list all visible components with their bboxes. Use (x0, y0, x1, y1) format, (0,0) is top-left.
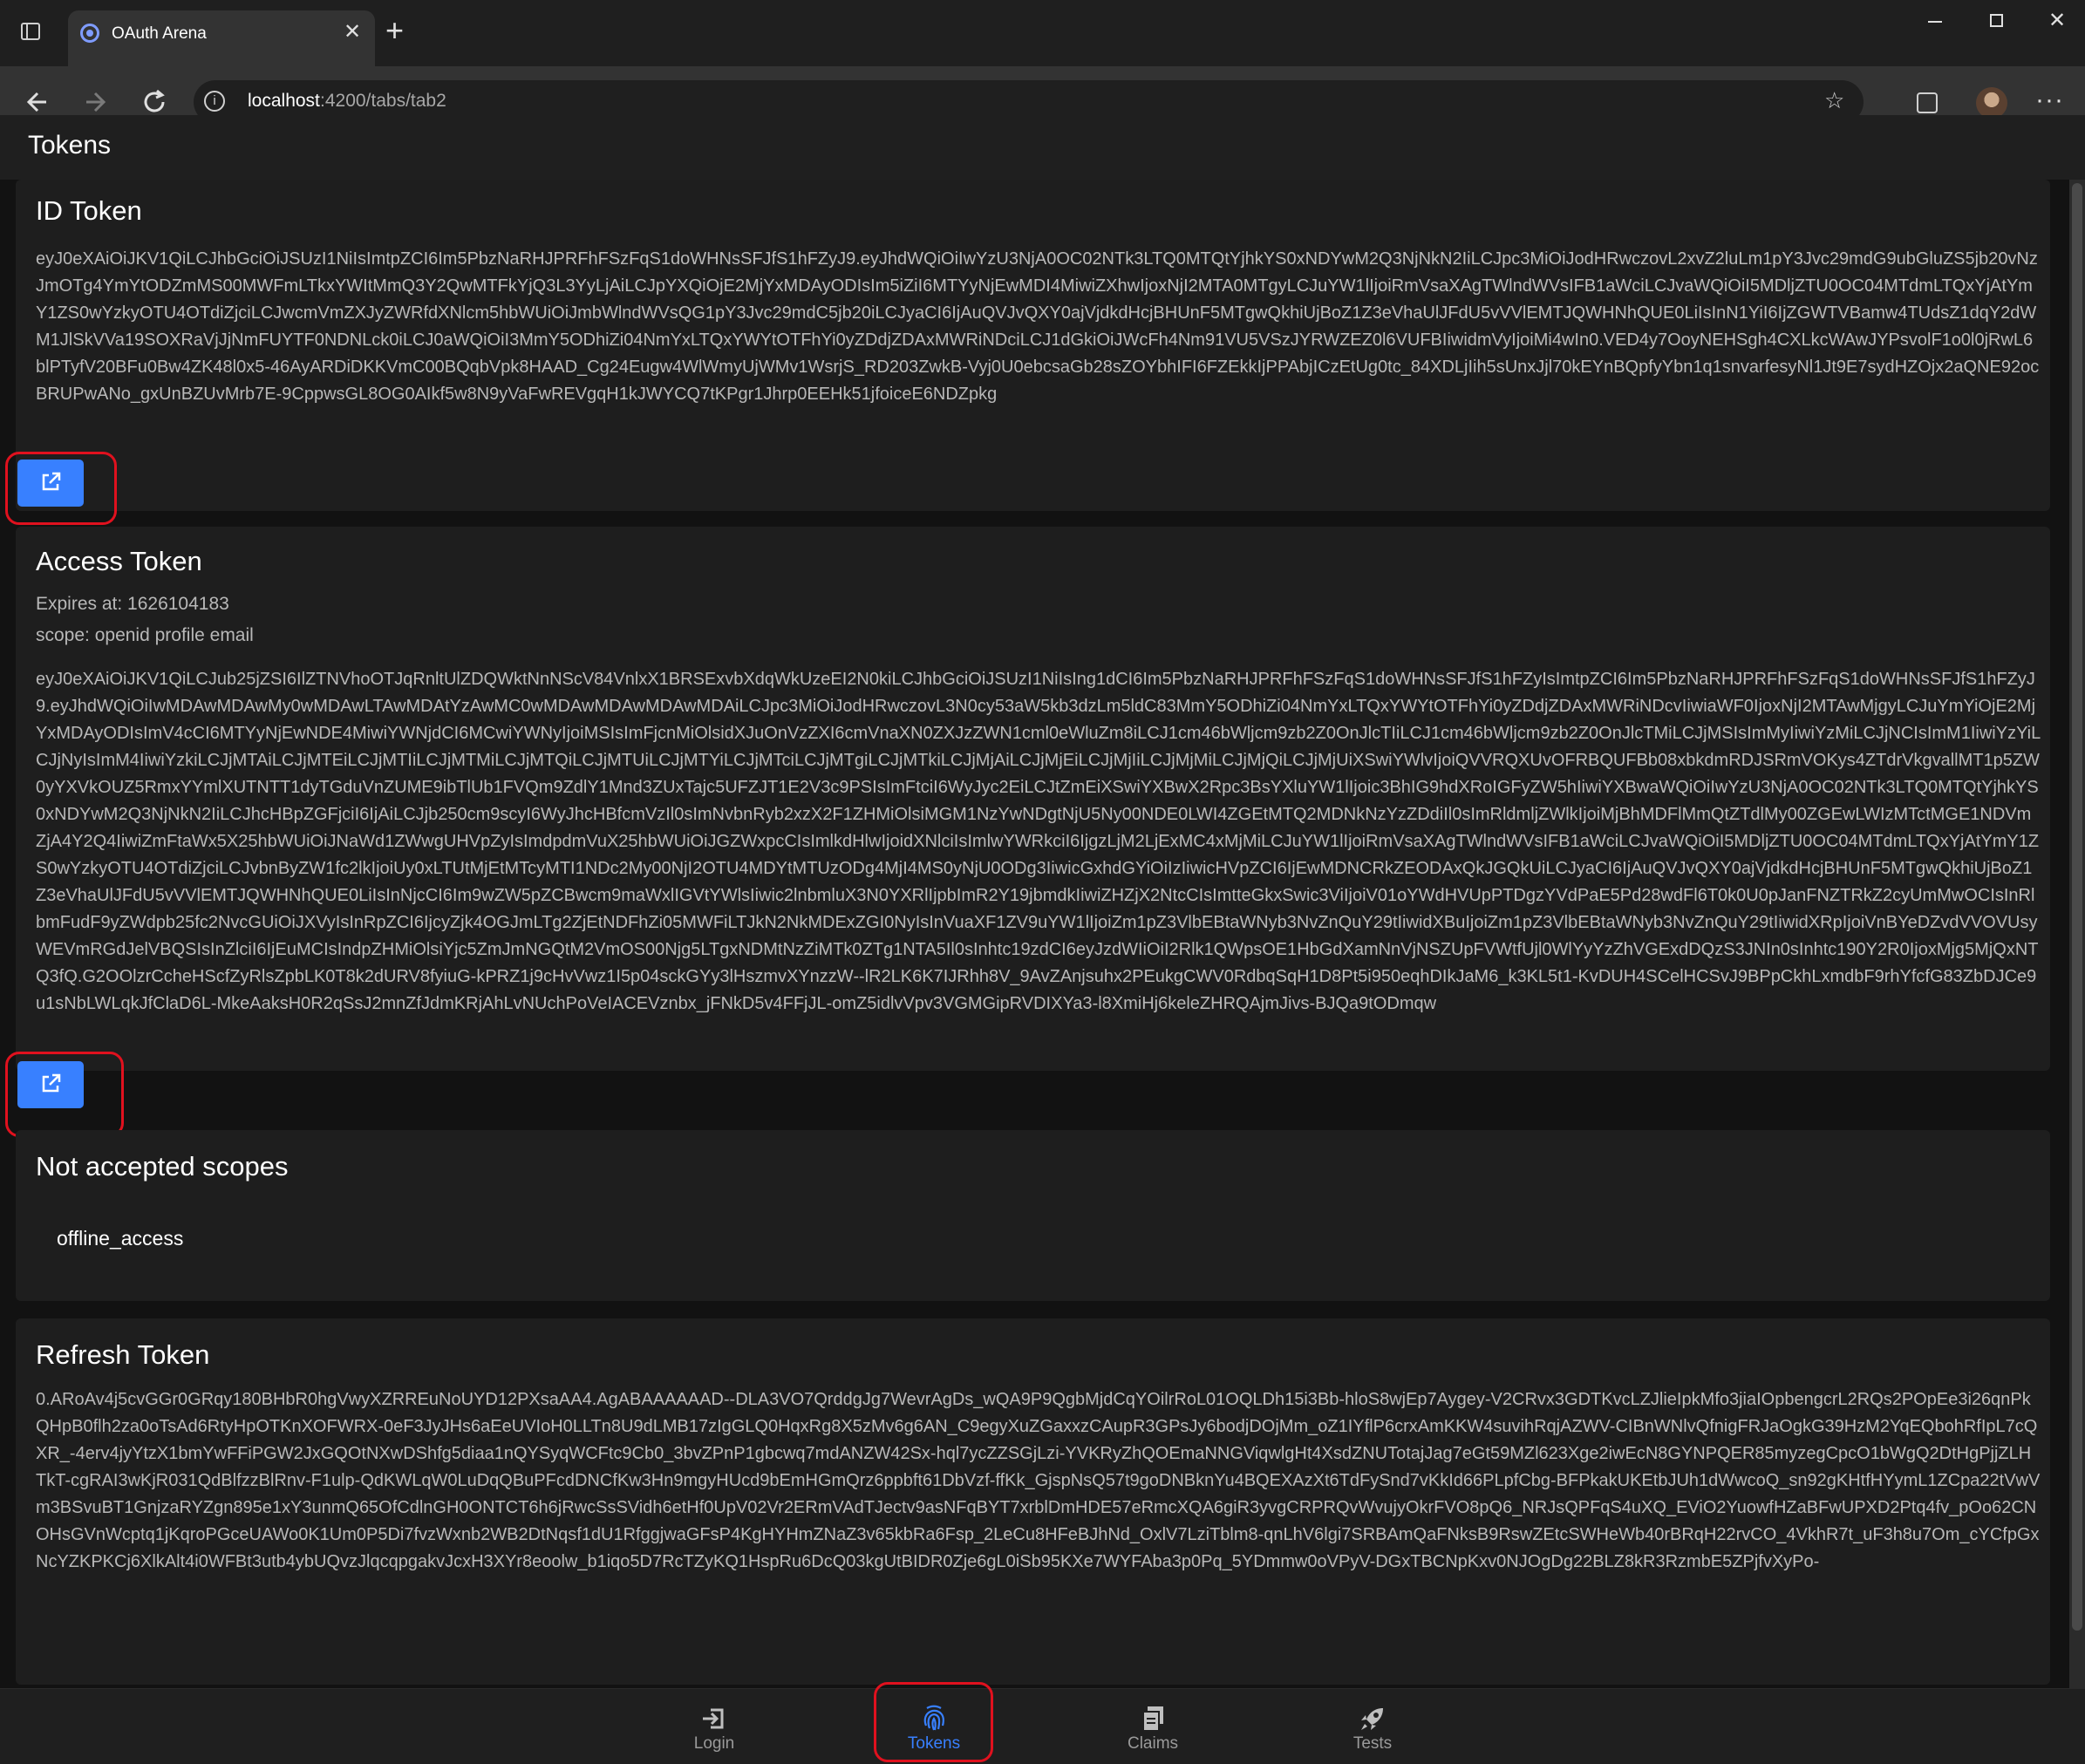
profile-avatar[interactable] (1976, 87, 2007, 119)
url-host: localhost (248, 91, 320, 111)
refresh-token-card: Refresh Token 0.ARoAv4j5cvGGr0GRqy180BHb… (16, 1318, 2050, 1685)
tab-title: OAuth Arena (112, 24, 207, 43)
id-token-card: ID Token eyJ0eXAiOiJKV1QiLCJhbGciOiJSUzI… (16, 180, 2050, 511)
id-token-value: eyJ0eXAiOiJKV1QiLCJhbGciOiJSUzI1NiIsImtp… (36, 249, 2040, 404)
page-title: Tokens (28, 131, 112, 160)
not-accepted-heading: Not accepted scopes (36, 1151, 289, 1182)
access-token-expires: Expires at: 1626104183 (36, 594, 229, 614)
documents-icon (1138, 1704, 1168, 1733)
refresh-token-heading: Refresh Token (36, 1339, 210, 1370)
tab-actions-icon[interactable] (21, 23, 40, 40)
access-token-value: eyJ0eXAiOiJKV1QiLCJub25jZSI6IlZTNVhoOTJq… (36, 670, 2041, 1013)
minimize-icon[interactable] (1904, 0, 1966, 44)
favorites-icon[interactable]: ☆ (1824, 87, 1844, 114)
tab-tests[interactable]: Tests (1312, 1689, 1434, 1764)
scope-item: offline_access (57, 1227, 184, 1250)
login-icon (699, 1704, 729, 1733)
scrollbar[interactable] (2069, 180, 2085, 1688)
tab-bar: Login Tokens Claims Tests (0, 1682, 2085, 1764)
access-token-card: Access Token Expires at: 1626104183 scop… (16, 527, 2050, 1108)
browser-tab[interactable]: OAuth Arena ✕ (68, 10, 375, 66)
collections-icon[interactable] (1917, 92, 1938, 113)
refresh-token-value: 0.ARoAv4j5cvGGr0GRqy180BHbR0hgVwyXZRREuN… (36, 1390, 2041, 1571)
tab-claims-label: Claims (1127, 1734, 1179, 1753)
maximize-icon[interactable] (1966, 0, 2027, 44)
site-info-icon[interactable]: i (204, 91, 225, 112)
tab-tests-label: Tests (1353, 1734, 1393, 1753)
more-menu-icon[interactable]: ··· (2035, 85, 2064, 115)
id-token-button-highlight (5, 452, 117, 525)
tab-login-label: Login (693, 1734, 735, 1753)
scrollbar-thumb[interactable] (2072, 183, 2082, 1631)
content-area: ID Token eyJ0eXAiOiJKV1QiLCJhbGciOiJSUzI… (0, 180, 2069, 1688)
close-window-icon[interactable]: ✕ (2027, 0, 2085, 44)
tab-login[interactable]: Login (653, 1689, 775, 1764)
url-path: :4200/tabs/tab2 (320, 91, 446, 111)
browser-titlebar: OAuth Arena ✕ + ✕ (0, 0, 2085, 66)
new-tab-icon[interactable]: + (385, 12, 404, 49)
access-token-scope: scope: openid profile email (36, 625, 254, 645)
not-accepted-scopes-card: Not accepted scopes offline_access (16, 1130, 2050, 1301)
rocket-icon (1358, 1704, 1387, 1733)
access-token-heading: Access Token (36, 546, 202, 576)
tab-favicon-icon (80, 24, 99, 43)
tab-close-icon[interactable]: ✕ (344, 19, 361, 44)
app-header: Tokens (0, 115, 2085, 180)
tokens-tab-highlight (874, 1682, 993, 1762)
id-token-heading: ID Token (36, 195, 142, 226)
access-token-button-highlight (5, 1052, 124, 1137)
tab-claims[interactable]: Claims (1092, 1689, 1214, 1764)
